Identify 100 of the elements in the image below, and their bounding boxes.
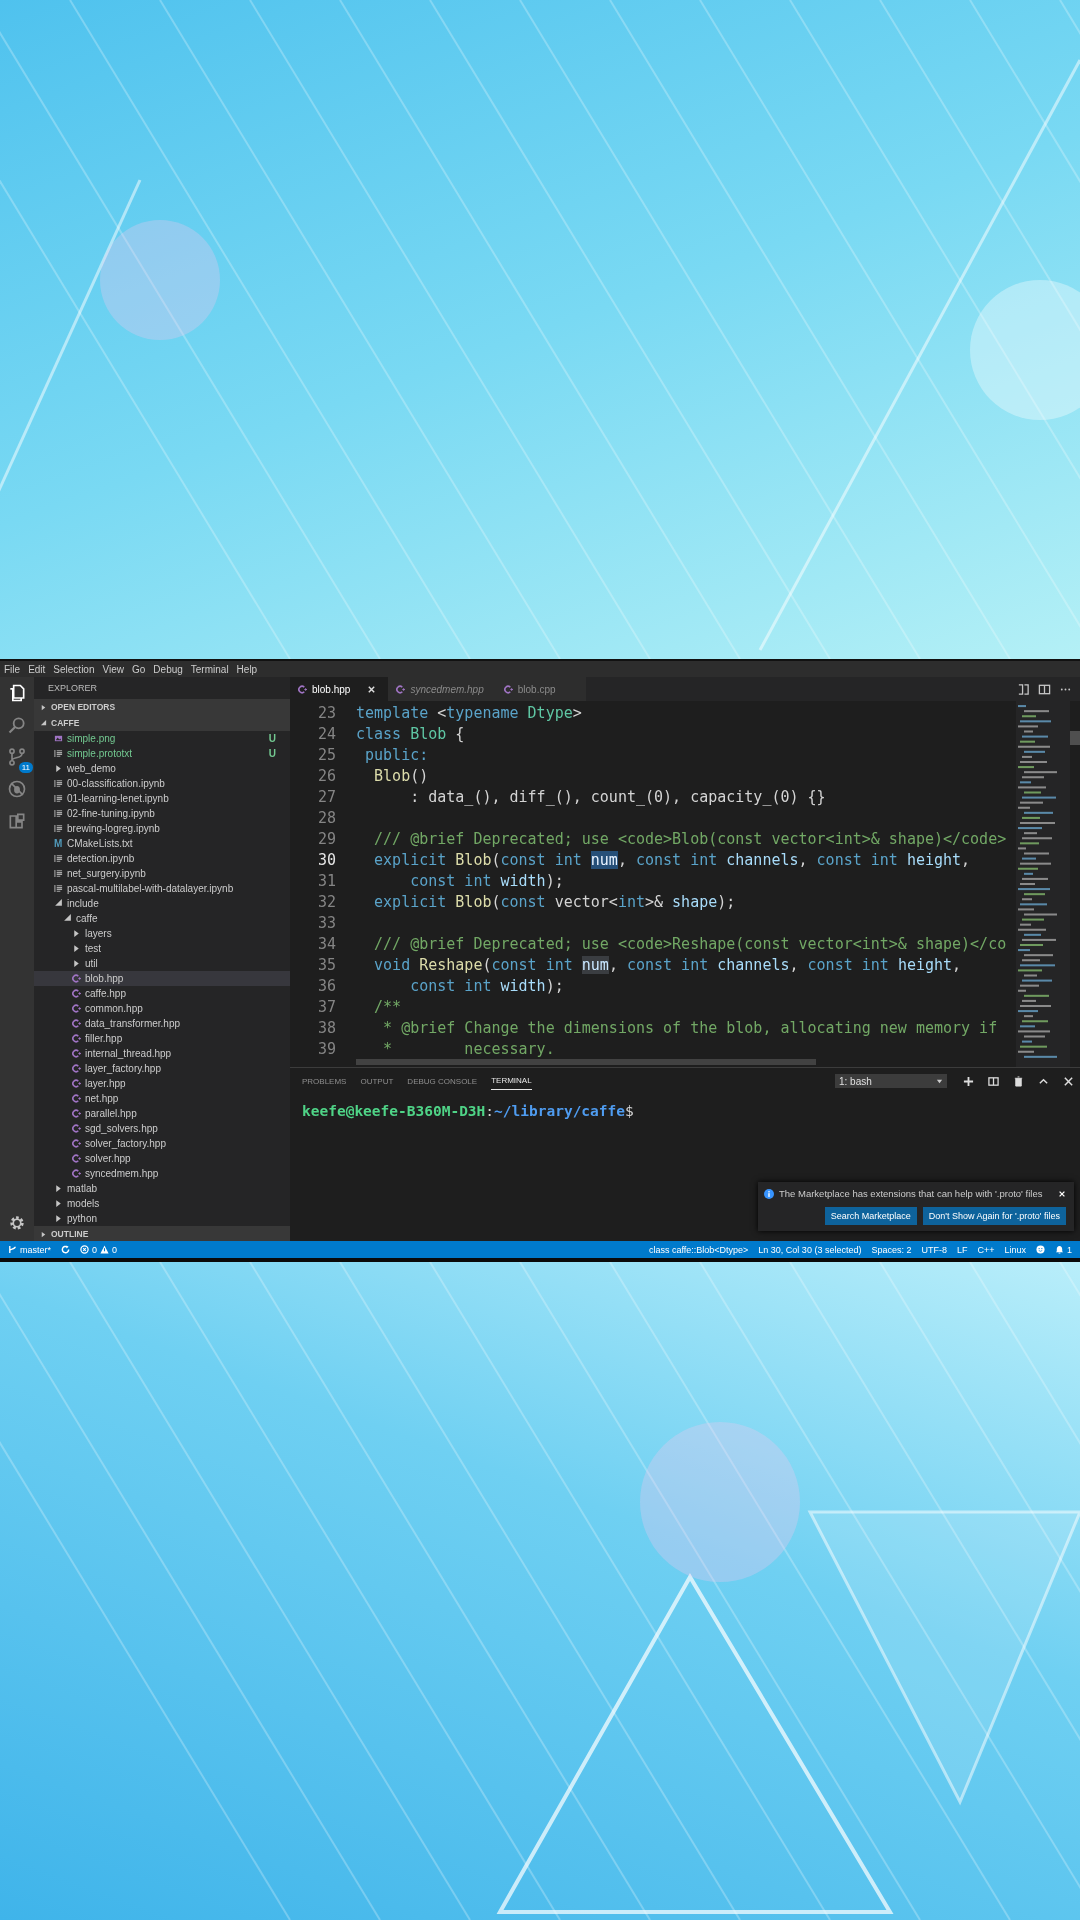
tree-item[interactable]: matlab — [34, 1181, 290, 1196]
tree-item[interactable]: caffe.hpp — [34, 986, 290, 1001]
tree-item[interactable]: layer.hpp — [34, 1076, 290, 1091]
line-number: 25 — [316, 745, 337, 764]
compare-icon[interactable] — [1017, 682, 1030, 696]
plus-icon[interactable] — [963, 1075, 974, 1087]
panel-tab[interactable]: TERMINAL — [491, 1072, 532, 1090]
tree-item[interactable]: 00-classification.ipynb — [34, 776, 290, 791]
editor-tab[interactable]: syncedmem.hpp — [388, 677, 496, 701]
branch-indicator[interactable]: master* — [8, 1244, 51, 1255]
menu-item[interactable]: Terminal — [190, 663, 229, 675]
status-item[interactable]: class caffe::Blob<Dtype> — [648, 1244, 749, 1255]
section-header[interactable]: OUTLINE — [34, 1226, 290, 1241]
cpp-file-icon — [72, 1049, 81, 1058]
line-number: 39 — [316, 1039, 337, 1058]
tree-item[interactable]: solver.hpp — [34, 1151, 290, 1166]
problems-indicator[interactable]: 0 0 — [80, 1244, 118, 1255]
tree-item[interactable]: layers — [34, 926, 290, 941]
minimap[interactable] — [1016, 701, 1070, 1067]
files-icon[interactable] — [7, 683, 27, 703]
tree-item[interactable]: web_demo — [34, 761, 290, 776]
menu-item[interactable]: Debug — [153, 663, 183, 675]
smiley-icon[interactable] — [1036, 1245, 1045, 1254]
source-control-icon[interactable] — [7, 747, 27, 767]
panel-tab[interactable]: OUTPUT — [360, 1072, 394, 1090]
tree-item[interactable]: models — [34, 1196, 290, 1211]
cpp-file-icon — [72, 1154, 81, 1163]
scrollbar[interactable] — [1070, 731, 1080, 745]
status-item[interactable]: C++ — [977, 1244, 995, 1255]
tree-item[interactable]: parallel.hpp — [34, 1106, 290, 1121]
tree-item[interactable]: 02-fine-tuning.ipynb — [34, 806, 290, 821]
tree-item[interactable]: layer_factory.hpp — [34, 1061, 290, 1076]
tree-item[interactable]: data_transformer.hpp — [34, 1016, 290, 1031]
cpp-file-icon — [72, 1169, 81, 1178]
tree-item[interactable]: brewing-logreg.ipynb — [34, 821, 290, 836]
line-number: 23 — [316, 703, 337, 722]
extensions-icon[interactable] — [7, 811, 27, 831]
status-item[interactable]: Linux — [1004, 1244, 1026, 1255]
section-header[interactable]: CAFFE — [34, 715, 290, 731]
tree-item[interactable]: M CMakeLists.txt — [34, 836, 290, 851]
tree-item[interactable]: 01-learning-lenet.ipynb — [34, 791, 290, 806]
status-item[interactable]: Ln 30, Col 30 (3 selected) — [758, 1244, 862, 1255]
menu-item[interactable]: Edit — [28, 663, 46, 675]
tree-item[interactable]: blob.hpp — [34, 971, 290, 986]
cpp-file-icon — [72, 1109, 81, 1118]
sync-icon[interactable] — [61, 1245, 70, 1254]
tree-item[interactable]: caffe — [34, 911, 290, 926]
code-line: void Reshape(const int num, const int channels, const int height, — [373, 955, 962, 974]
menu-item[interactable]: File — [4, 663, 21, 675]
line-number: 29 — [316, 829, 337, 848]
menu-item[interactable]: Selection — [53, 663, 95, 675]
cpp-file-icon — [72, 1139, 81, 1148]
tree-item[interactable]: syncedmem.hpp — [34, 1166, 290, 1181]
info-icon — [764, 1188, 774, 1199]
tree-item[interactable]: util — [34, 956, 290, 971]
section-header[interactable]: OPEN EDITORS — [34, 699, 290, 715]
tree-item[interactable]: detection.ipynb — [34, 851, 290, 866]
split-editor-icon[interactable] — [1038, 682, 1051, 696]
editor-tab[interactable]: blob.cpp — [495, 677, 586, 701]
editor-tab[interactable]: blob.hpp — [290, 677, 389, 701]
notification-button[interactable]: Search Marketplace — [824, 1207, 917, 1225]
terminal-dropdown[interactable]: 1: bash — [835, 1074, 947, 1088]
tree-item[interactable]: include — [34, 896, 290, 911]
close-icon[interactable] — [1063, 1075, 1074, 1087]
notification-button[interactable]: Don't Show Again for '.proto' files — [922, 1207, 1066, 1225]
tree-item[interactable]: simple.png U — [34, 731, 290, 746]
tree-item[interactable]: simple.prototxt U — [34, 746, 290, 761]
search-icon[interactable] — [7, 715, 27, 735]
tree-item[interactable]: sgd_solvers.hpp — [34, 1121, 290, 1136]
tree-item[interactable]: solver_factory.hpp — [34, 1136, 290, 1151]
status-item[interactable]: Spaces: 2 — [871, 1244, 912, 1255]
tree-item[interactable]: test — [34, 941, 290, 956]
document-icon — [54, 749, 63, 758]
image-icon — [54, 734, 63, 743]
panel-tab[interactable]: DEBUG CONSOLE — [407, 1072, 478, 1090]
document-icon — [54, 824, 63, 833]
cpp-file-icon — [72, 1094, 81, 1103]
tree-item[interactable]: common.hpp — [34, 1001, 290, 1016]
warning-icon — [100, 1245, 110, 1254]
tree-item[interactable]: net_surgery.ipynb — [34, 866, 290, 881]
tree-item[interactable]: pascal-multilabel-with-datalayer.ipynb — [34, 881, 290, 896]
line-number: 36 — [316, 976, 337, 995]
notifications-indicator[interactable]: 1 — [1055, 1244, 1072, 1255]
trash-icon[interactable] — [1013, 1075, 1024, 1087]
menu-item[interactable]: Go — [132, 663, 146, 675]
tree-item[interactable]: internal_thread.hpp — [34, 1046, 290, 1061]
menu-item[interactable]: Help — [236, 663, 258, 675]
split-icon[interactable] — [988, 1075, 999, 1087]
status-item[interactable]: LF — [956, 1244, 968, 1255]
terminal-prompt: keefe@keefe-B360M-D3H:~/library/caffe$ — [302, 1103, 634, 1119]
tree-item[interactable]: net.hpp — [34, 1091, 290, 1106]
close-icon[interactable] — [367, 684, 377, 694]
crossed-bug-icon[interactable] — [7, 779, 27, 799]
scrollbar[interactable] — [356, 1059, 816, 1065]
menu-item[interactable]: View — [102, 663, 124, 675]
tree-item[interactable]: python — [34, 1211, 290, 1226]
cpp-file-icon — [72, 1034, 81, 1043]
status-item[interactable]: UTF-8 — [921, 1244, 947, 1255]
tree-item[interactable]: filler.hpp — [34, 1031, 290, 1046]
panel-tab[interactable]: PROBLEMS — [302, 1072, 347, 1090]
